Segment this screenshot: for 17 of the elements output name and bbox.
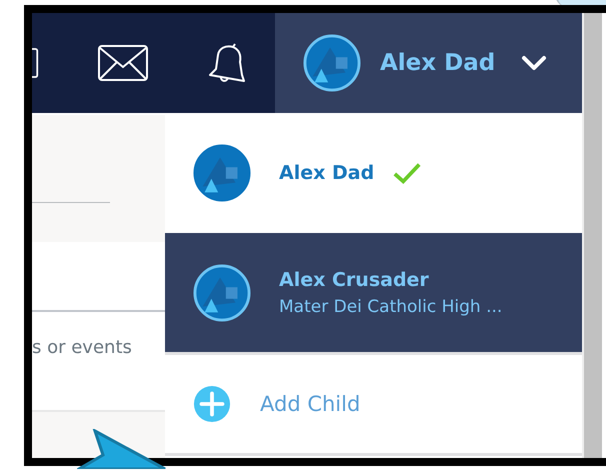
cut-off-icon[interactable] <box>32 45 39 81</box>
avatar-icon <box>193 144 251 202</box>
scrollbar[interactable] <box>582 13 602 458</box>
account-school: Mater Dei Catholic High ... <box>279 296 502 316</box>
account-name: Alex Dad <box>279 162 374 184</box>
account-name: Alex Crusader <box>279 268 429 290</box>
add-child-button[interactable]: Add Child <box>165 355 582 453</box>
account-item[interactable]: Alex Crusader Mater Dei Catholic High ... <box>165 233 582 352</box>
checkmark-icon <box>392 161 422 185</box>
bell-icon[interactable] <box>206 43 248 83</box>
avatar-icon <box>193 264 251 322</box>
avatar-icon <box>303 34 361 92</box>
account-menu-button[interactable]: Alex Dad <box>275 13 582 113</box>
mail-icon[interactable] <box>98 45 148 81</box>
chevron-down-icon <box>521 54 548 72</box>
page-text: s or events <box>32 337 133 358</box>
plus-icon <box>193 385 231 423</box>
